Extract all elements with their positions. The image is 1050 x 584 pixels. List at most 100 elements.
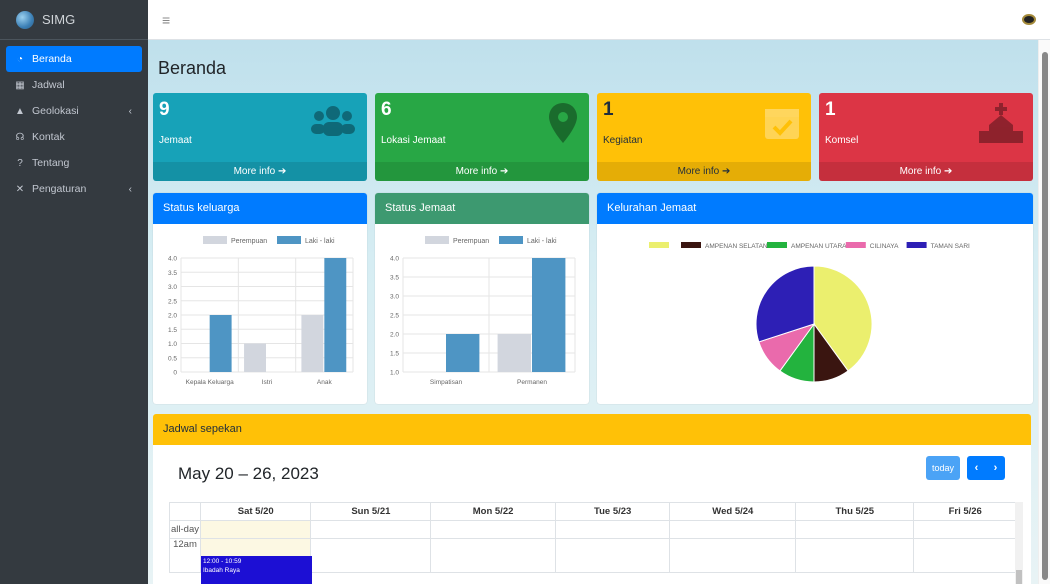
user-avatar-icon[interactable]: [1022, 14, 1036, 25]
tools-icon: ✕: [15, 183, 25, 195]
status-keluarga-chart: Perempuan Laki - laki 0 0.5 1.0 1.5 2.0 2.5 3.0 3…: [168, 236, 354, 386]
calendar-check-icon: [763, 103, 801, 151]
y-tick-label: 3.0: [390, 294, 399, 301]
more-info-link[interactable]: More info ➔: [597, 162, 811, 181]
y-tick-label: 2.0: [168, 313, 177, 320]
box-label: Lokasi Jemaat: [381, 135, 446, 146]
prev-week-button[interactable]: ‹: [975, 462, 979, 474]
time-cell[interactable]: [430, 538, 556, 573]
sidebar-item-label: Pengaturan: [32, 183, 87, 195]
next-week-button[interactable]: ›: [994, 462, 998, 474]
page-scroll-thumb[interactable]: [1042, 52, 1048, 580]
arrow-circle-right-icon: ➔: [500, 166, 509, 177]
calendar-header-row: Sat 5/20 Sun 5/21 Mon 5/22 Tue 5/23 Wed …: [169, 502, 1017, 521]
box-label: Kegiatan: [603, 135, 643, 146]
legend-label: AMPENAN SELATAN: [705, 243, 768, 250]
day-header: Sat 5/20: [199, 502, 312, 521]
status-jemaat-chart: Perempuan Laki - laki 1.0 1.5 2.0 2.5 3.0 3.5 4.…: [390, 236, 576, 386]
bar: [324, 258, 347, 372]
x-tick-label: Simpatisan: [430, 379, 463, 386]
y-tick-label: 0.5: [168, 355, 177, 362]
small-box-kegiatan: 1 Kegiatan More info ➔: [597, 93, 811, 181]
day-header: Sun 5/21: [310, 502, 432, 521]
today-button[interactable]: today: [926, 456, 960, 480]
more-info-link[interactable]: More info ➔: [819, 162, 1033, 181]
page-title: Beranda: [158, 58, 227, 78]
bar: [497, 334, 531, 372]
time-cell[interactable]: [554, 538, 671, 573]
sidebar-item-beranda[interactable]: ◔ Beranda: [6, 46, 142, 72]
x-tick-label: Permanen: [517, 379, 547, 386]
day-header: Wed 5/24: [669, 502, 797, 521]
calendar-event[interactable]: 12:00 - 10:59 Ibadah Raya: [201, 556, 312, 584]
brand-name: SIMG: [42, 12, 76, 27]
more-info-link[interactable]: More info ➔: [153, 162, 367, 181]
brand-link[interactable]: SIMG: [0, 0, 148, 40]
time-cell[interactable]: [795, 538, 915, 573]
more-info-label: More info: [455, 166, 498, 177]
calendar-scrollbar[interactable]: [1015, 502, 1023, 584]
bar: [244, 343, 266, 372]
bar: [301, 315, 324, 372]
allday-cell[interactable]: [913, 520, 1017, 539]
calendar-card: Jadwal sepekan May 20 – 26, 2023 today ‹…: [153, 414, 1031, 584]
sidebar-item-jadwal[interactable]: ▦ Jadwal: [6, 72, 142, 98]
calendar-scroll-thumb[interactable]: [1016, 570, 1022, 584]
sidebar-item-tentang[interactable]: ? Tentang: [6, 150, 142, 176]
legend-label: CILINAYA: [870, 243, 899, 250]
headset-icon: ☊: [15, 131, 25, 143]
legend-swatch: [767, 242, 787, 248]
sidebar-item-geolokasi[interactable]: ▲ Geolokasi ‹: [6, 98, 142, 124]
time-cell[interactable]: [669, 538, 797, 573]
kelurahan-pie-chart: AMPENAN SELATAN AMPENAN UTARA CILINAYA TAMA…: [649, 242, 970, 383]
allday-label: all-day: [169, 520, 201, 539]
hamburger-icon[interactable]: ≡: [162, 12, 170, 28]
sidebar-item-label: Kontak: [32, 131, 65, 143]
legend-label: TAMAN SARI: [931, 243, 970, 250]
sidebar-item-label: Beranda: [32, 53, 72, 65]
box-label: Jemaat: [159, 135, 192, 146]
legend-label: Laki - laki: [527, 238, 557, 245]
day-header: Tue 5/23: [554, 502, 671, 521]
y-tick-label: 1.0: [390, 370, 399, 377]
brand-logo-icon: [16, 10, 34, 29]
x-tick-label: Anak: [317, 379, 333, 386]
allday-cell[interactable]: [795, 520, 915, 539]
time-cell[interactable]: [913, 538, 1017, 573]
event-title: Ibadah Raya: [203, 567, 240, 574]
small-box-jemaat: 9 Jemaat More info ➔: [153, 93, 367, 181]
allday-cell[interactable]: [430, 520, 556, 539]
allday-cell[interactable]: [669, 520, 797, 539]
sidebar-item-pengaturan[interactable]: ✕ Pengaturan ‹: [6, 176, 142, 202]
card-status-jemaat: Status Jemaat Perempuan Laki - laki 1.0 1.5…: [375, 193, 589, 404]
tachometer-icon: ◔: [16, 53, 24, 65]
calendar-nav-buttons: ‹ ›: [967, 456, 1005, 480]
legend-swatch: [425, 236, 449, 244]
card-title: Status keluarga: [153, 193, 367, 224]
y-tick-label: 2.0: [390, 332, 399, 339]
box-label: Komsel: [825, 135, 859, 146]
box-value: 9: [159, 99, 170, 120]
allday-cell[interactable]: [554, 520, 671, 539]
allday-cell[interactable]: [310, 520, 432, 539]
x-tick-label: Istri: [262, 379, 272, 386]
sidebar-item-kontak[interactable]: ☊ Kontak: [6, 124, 142, 150]
y-tick-label: 1.5: [168, 327, 177, 334]
box-value: 6: [381, 99, 392, 120]
y-tick-label: 4.0: [390, 256, 399, 263]
legend-swatch: [277, 236, 301, 244]
time-cell[interactable]: [310, 538, 432, 573]
arrow-circle-right-icon: ➔: [278, 166, 287, 177]
legend-label: Laki - laki: [305, 238, 335, 245]
bar: [446, 334, 480, 372]
page-scrollbar[interactable]: [1038, 40, 1050, 584]
allday-cell-today[interactable]: [199, 520, 312, 539]
sidebar-item-label: Jadwal: [32, 79, 65, 91]
more-info-label: More info: [233, 166, 276, 177]
y-tick-label: 0: [173, 370, 177, 377]
more-info-link[interactable]: More info ➔: [375, 162, 589, 181]
small-box-komsel: 1 Komsel More info ➔: [819, 93, 1033, 181]
y-tick-label: 1.0: [168, 341, 177, 348]
day-header: Fri 5/26: [913, 502, 1017, 521]
y-tick-label: 1.5: [390, 351, 399, 358]
